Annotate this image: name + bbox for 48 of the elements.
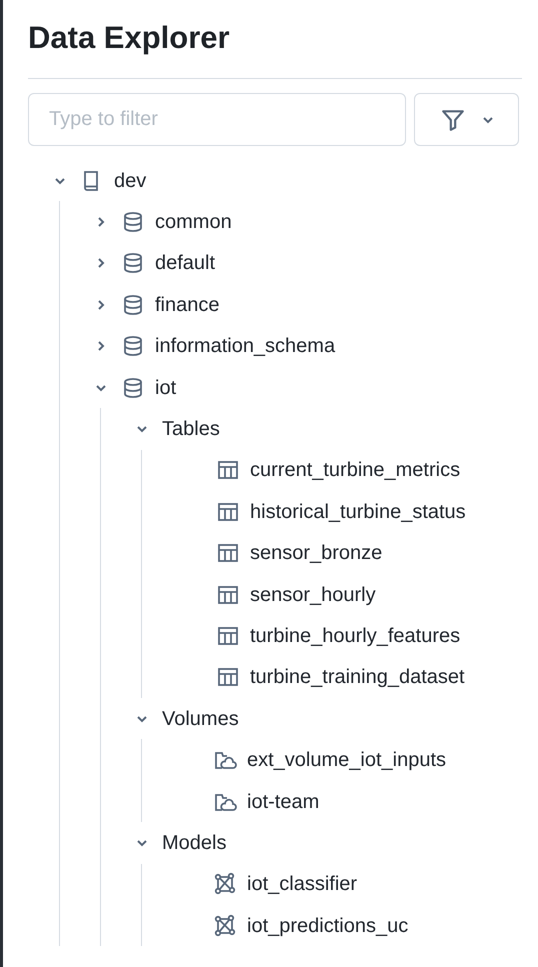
tree-item[interactable]: sensor_hourly	[173, 574, 522, 616]
item-label: iot-team	[247, 790, 320, 815]
item-label: Models	[162, 830, 226, 856]
item-label: sensor_hourly	[250, 582, 376, 608]
database-icon	[121, 292, 145, 317]
tree-item[interactable]: turbine_training_dataset	[173, 656, 522, 698]
model-graph-icon	[213, 914, 237, 938]
tree-item[interactable]: Models	[132, 822, 522, 864]
item-label: Volumes	[162, 706, 239, 732]
item-label: turbine_hourly_features	[250, 624, 460, 649]
database-icon	[121, 251, 145, 276]
tree-item[interactable]: iot_predictions_uc	[173, 905, 522, 946]
tree-item[interactable]: iot-team	[173, 780, 522, 822]
item-label: finance	[155, 292, 220, 318]
tree-item[interactable]: default	[91, 242, 522, 284]
item-label: iot	[155, 376, 176, 401]
item-label: iot_predictions_uc	[247, 914, 408, 939]
filter-dropdown-button[interactable]	[414, 93, 519, 146]
filter-input[interactable]: Type to filter	[28, 93, 406, 146]
tree-item[interactable]: information_schema	[91, 326, 522, 367]
tree-item[interactable]: Volumes	[132, 698, 522, 740]
tree-item[interactable]: ext_volume_iot_inputs	[173, 739, 522, 781]
item-label: current_turbine_metrics	[250, 458, 460, 484]
item-label: iot_classifier	[247, 872, 358, 898]
tree-item[interactable]: common	[91, 201, 522, 243]
item-label: historical_turbine_status	[250, 500, 466, 525]
tree-item[interactable]: finance	[91, 284, 522, 326]
database-icon	[121, 334, 145, 358]
tree-item[interactable]: turbine_hourly_features	[173, 615, 522, 657]
tree-item[interactable]: dev	[28, 160, 522, 202]
item-label: dev	[114, 168, 146, 194]
item-label: sensor_bronze	[250, 541, 382, 566]
item-label: turbine_training_dataset	[250, 665, 465, 690]
tree-item[interactable]: historical_turbine_status	[173, 491, 522, 533]
database-icon	[121, 210, 145, 234]
tree-item[interactable]: iot_classifier	[173, 864, 522, 906]
model-graph-icon	[213, 872, 237, 896]
database-icon	[121, 376, 145, 400]
tree-item[interactable]: Tables	[132, 408, 522, 450]
item-label: ext_volume_iot_inputs	[247, 748, 446, 774]
panel-title: Data Explorer	[28, 19, 231, 57]
tree-item[interactable]: iot	[91, 366, 522, 408]
tree-item[interactable]: current_turbine_metrics	[173, 450, 522, 492]
item-label: information_schema	[155, 334, 336, 360]
tree-item[interactable]: sensor_bronze	[173, 532, 522, 574]
item-label: default	[155, 251, 216, 276]
item-label: Tables	[162, 417, 220, 442]
item-label: common	[155, 210, 232, 236]
